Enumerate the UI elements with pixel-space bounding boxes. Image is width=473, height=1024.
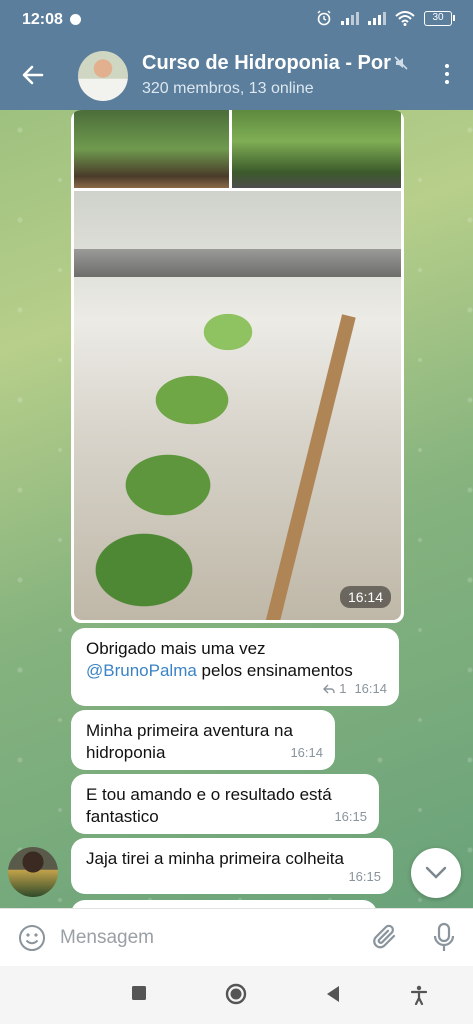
message-time: 16:15	[348, 869, 381, 884]
chat-avatar[interactable]	[78, 51, 128, 101]
attach-icon[interactable]	[372, 923, 400, 953]
chat-subtitle: 320 membros, 13 online	[142, 80, 314, 97]
message-time: 16:14	[290, 745, 323, 760]
message-text: Minha primeira aventura na hidroponia	[86, 721, 293, 762]
message-bubble-partial[interactable]	[71, 900, 377, 908]
notification-icon	[70, 14, 81, 25]
more-options-icon[interactable]	[437, 64, 457, 88]
system-nav-bar	[0, 966, 473, 1024]
message-bubble[interactable]: Obrigado mais uma vez @BrunoPalma pelos …	[71, 628, 399, 706]
accessibility-icon[interactable]	[410, 985, 428, 1005]
message-bubble[interactable]: Minha primeira aventura na hidroponia 16…	[71, 710, 335, 770]
microphone-icon[interactable]	[432, 922, 456, 954]
message-time: 16:15	[334, 809, 367, 824]
photo-album[interactable]: 16:14	[71, 110, 404, 623]
message-text: Jaja tirei a minha primeira colheita	[86, 849, 344, 868]
back-arrow-icon[interactable]	[20, 62, 46, 88]
chat-area[interactable]: 16:14 Obrigado mais uma vez @BrunoPalma …	[0, 110, 473, 908]
mute-icon	[394, 56, 408, 70]
message-bubble[interactable]: Jaja tirei a minha primeira colheita 16:…	[71, 838, 393, 894]
photo-timestamp: 16:14	[339, 586, 391, 608]
chevron-down-icon	[425, 866, 447, 879]
wifi-icon	[395, 10, 415, 26]
status-bar: 12:08 30	[0, 0, 473, 40]
alarm-icon	[317, 10, 331, 26]
home-icon[interactable]	[225, 983, 247, 1005]
photo-thumbnail[interactable]	[232, 110, 401, 188]
photo-pipe	[74, 249, 401, 277]
message-bubble[interactable]: E tou amando e o resultado está fantasti…	[71, 774, 379, 834]
battery-level: 30	[424, 10, 452, 26]
reply-count[interactable]: 1	[339, 678, 346, 700]
emoji-icon[interactable]	[18, 924, 46, 952]
mention-link[interactable]: @BrunoPalma	[86, 661, 197, 680]
status-time: 12:08	[22, 11, 63, 28]
message-input-bar	[0, 908, 473, 966]
battery-icon: 30	[424, 10, 455, 26]
message-text: Obrigado mais uma vez	[86, 639, 266, 658]
photo-thumbnail[interactable]	[74, 110, 229, 188]
back-icon[interactable]	[325, 985, 341, 1003]
chat-title[interactable]: Curso de Hidroponia - Por	[142, 52, 394, 75]
message-input[interactable]	[60, 923, 350, 953]
chat-header: Curso de Hidroponia - Por 320 membros, 1…	[0, 40, 473, 110]
signal-icon	[341, 12, 359, 25]
message-time: 16:14	[354, 681, 387, 696]
signal-icon-2	[368, 12, 386, 25]
reply-icon	[323, 684, 335, 694]
photo-main[interactable]: 16:14	[74, 191, 401, 620]
recent-apps-icon[interactable]	[131, 985, 147, 1001]
message-text: E tou amando e o resultado está fantasti…	[86, 785, 332, 826]
scroll-down-button[interactable]	[411, 848, 461, 898]
user-avatar[interactable]	[8, 847, 58, 897]
